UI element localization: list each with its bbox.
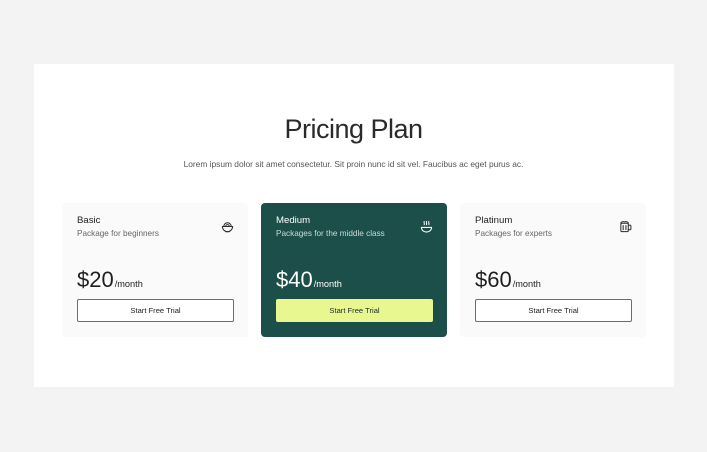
plan-name: Medium xyxy=(276,215,311,226)
start-free-trial-button[interactable]: Start Free Trial xyxy=(276,299,433,322)
plan-price: $60/month xyxy=(475,267,541,293)
plan-description: Package for beginners xyxy=(77,229,159,238)
price-period: /month xyxy=(512,279,541,289)
plan-price: $40/month xyxy=(276,267,342,293)
plan-price: $20/month xyxy=(77,267,143,293)
plan-card-platinum: Platinum Packages for experts $60/month … xyxy=(460,203,646,337)
plan-description: Packages for experts xyxy=(475,229,552,238)
price-period: /month xyxy=(114,279,143,289)
plan-description: Packages for the middle class xyxy=(276,229,385,238)
plan-card-medium: Medium Packages for the middle class $40… xyxy=(261,203,447,337)
page-subtitle: Lorem ipsum dolor sit amet consectetur. … xyxy=(183,159,524,169)
price-period: /month xyxy=(313,279,342,289)
price-amount: $60 xyxy=(475,267,512,292)
start-free-trial-button[interactable]: Start Free Trial xyxy=(77,299,234,322)
mug-icon xyxy=(620,221,632,233)
price-amount: $20 xyxy=(77,267,114,292)
plan-card-basic: Basic Package for beginners $20/month St… xyxy=(62,203,248,337)
price-amount: $40 xyxy=(276,267,313,292)
hot-bowl-icon xyxy=(420,220,433,233)
start-free-trial-button[interactable]: Start Free Trial xyxy=(475,299,632,322)
plan-name: Platinum xyxy=(475,215,513,226)
bowl-icon xyxy=(221,222,234,233)
plan-name: Basic xyxy=(77,215,101,226)
page-title: Pricing Plan xyxy=(284,114,423,144)
